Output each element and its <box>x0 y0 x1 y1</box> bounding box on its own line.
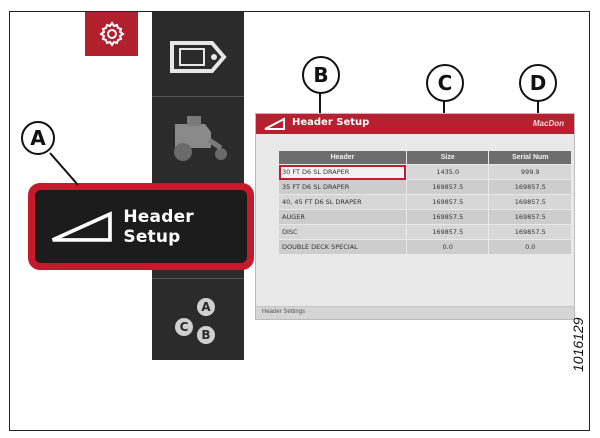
table-row[interactable]: AUGER 169857.5 169857.5 <box>278 209 572 225</box>
serial-cell: 169857.5 <box>488 179 572 195</box>
size-cell: 0.0 <box>405 239 490 255</box>
brand-logo: MacDon <box>532 119 564 128</box>
column-header: Size <box>405 150 490 165</box>
header-setup-icon <box>264 117 285 130</box>
figure-number: 1016129 <box>570 317 586 372</box>
header-cell: DOUBLE DECK SPECIAL <box>278 239 407 255</box>
screen-footer: Header Settings <box>256 306 574 319</box>
serial-cell: 999.9 <box>488 164 572 180</box>
screen-title-bar: Header Setup MacDon <box>256 114 574 134</box>
header-cell: 40, 45 FT D6 SL DRAPER <box>278 194 407 210</box>
table-row[interactable]: DISC 169857.5 169857.5 <box>278 224 572 240</box>
footer-label: Header Settings <box>262 309 306 315</box>
screen-title: Header Setup <box>292 117 370 128</box>
header-cell: AUGER <box>278 209 407 225</box>
callout-d: D <box>519 64 557 102</box>
table-row[interactable]: 35 FT D6 SL DRAPER 169857.5 169857.5 <box>278 179 572 195</box>
column-header: Serial Num <box>488 150 572 165</box>
serial-cell: 169857.5 <box>488 224 572 240</box>
header-cell: 30 FT D6 SL DRAPER <box>278 164 407 180</box>
header-cell: DISC <box>278 224 407 240</box>
header-table: Header Size Serial Num 30 FT D6 SL DRAPE… <box>278 150 572 255</box>
serial-cell: 169857.5 <box>488 194 572 210</box>
size-cell: 169857.5 <box>405 224 490 240</box>
table-row[interactable]: 30 FT D6 SL DRAPER 1435.0 999.9 <box>278 164 572 180</box>
table-row[interactable]: DOUBLE DECK SPECIAL 0.0 0.0 <box>278 239 572 255</box>
serial-cell: 0.0 <box>488 239 572 255</box>
header-setup-screen: Header Setup MacDon Header Size Serial N… <box>255 113 575 320</box>
size-cell: 169857.5 <box>405 194 490 210</box>
callout-c: C <box>426 64 464 102</box>
header-cell: 35 FT D6 SL DRAPER <box>278 179 407 195</box>
size-cell: 1435.0 <box>405 164 490 180</box>
size-cell: 169857.5 <box>405 209 490 225</box>
callout-b: B <box>302 56 340 94</box>
serial-cell: 169857.5 <box>488 209 572 225</box>
column-header: Header <box>278 150 407 165</box>
table-row[interactable]: 40, 45 FT D6 SL DRAPER 169857.5 169857.5 <box>278 194 572 210</box>
size-cell: 169857.5 <box>405 179 490 195</box>
